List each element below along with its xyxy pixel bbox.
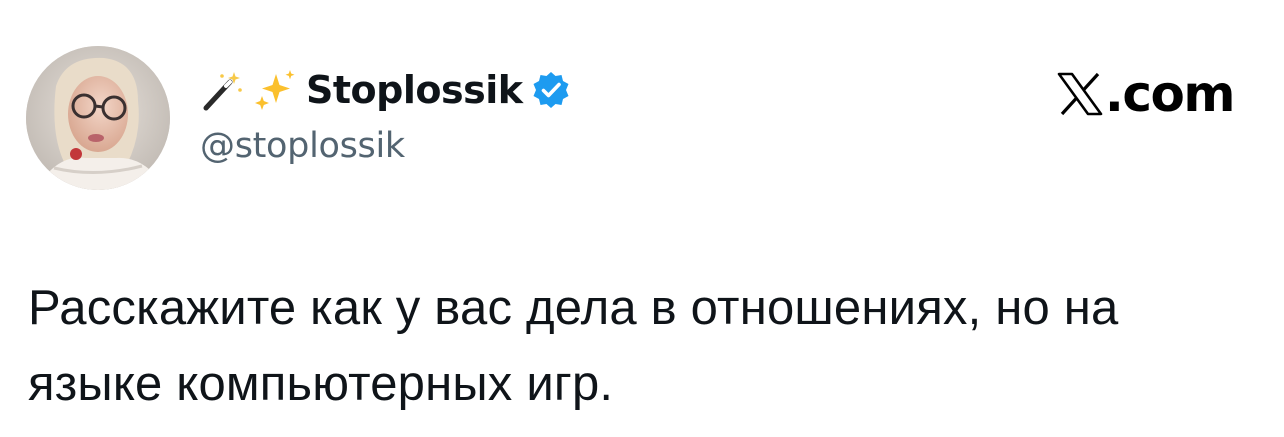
site-domain-text: .com [1104, 65, 1236, 123]
verified-badge-icon [531, 70, 571, 110]
author-name-row: Stoplossik [200, 62, 571, 118]
site-logo[interactable]: .com [1057, 65, 1236, 123]
magic-wand-icon [200, 68, 244, 112]
avatar-photo [26, 46, 170, 190]
author-handle[interactable]: @stoplossik [200, 126, 405, 166]
author-display-name[interactable]: Stoplossik [306, 68, 523, 112]
x-logo-icon [1057, 72, 1103, 116]
sparkles-icon [252, 68, 296, 112]
avatar[interactable] [26, 46, 170, 190]
tweet-text: Расскажите как у вас дела в отношениях, … [28, 281, 1119, 411]
